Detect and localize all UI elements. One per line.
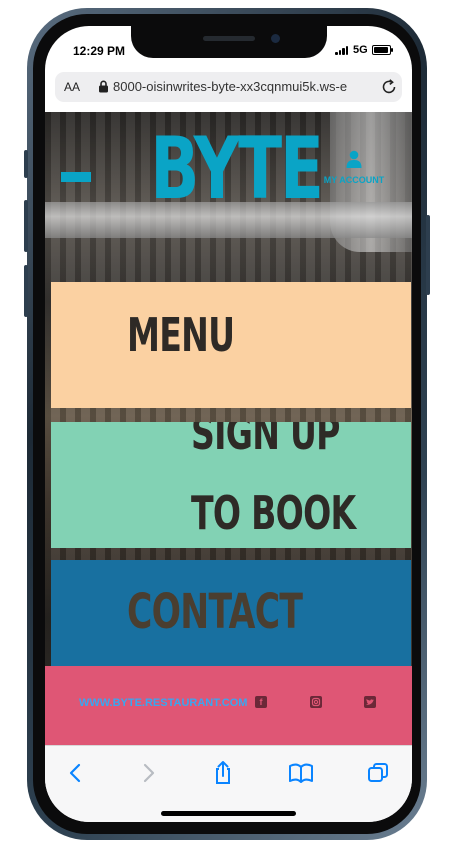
bookmarks-icon[interactable] bbox=[288, 760, 314, 786]
signup-tile[interactable]: SIGN UP TO BOOK bbox=[51, 422, 411, 548]
menu-tile[interactable]: MENU bbox=[51, 282, 411, 408]
lock-icon bbox=[98, 80, 109, 98]
user-icon bbox=[346, 150, 362, 168]
signal-icon bbox=[335, 46, 349, 55]
side-button bbox=[24, 150, 28, 178]
url-text[interactable]: 8000-oisinwrites-byte-xx3cqnmui5k.ws-e bbox=[113, 79, 368, 94]
facebook-icon[interactable]: f bbox=[255, 696, 267, 708]
home-indicator[interactable] bbox=[161, 811, 296, 816]
side-button bbox=[24, 265, 28, 317]
text-size-button[interactable]: AA bbox=[64, 80, 80, 94]
signup-tile-label-line2: TO BOOK bbox=[191, 486, 356, 540]
status-time: 12:29 PM bbox=[73, 44, 126, 58]
my-account-button[interactable]: MY ACCOUNT bbox=[323, 150, 385, 185]
browser-toolbar bbox=[45, 745, 412, 822]
address-bar[interactable]: AA 8000-oisinwrites-byte-xx3cqnmui5k.ws-… bbox=[55, 72, 402, 102]
network-label: 5G bbox=[353, 44, 368, 56]
notch bbox=[131, 26, 327, 58]
my-account-label: MY ACCOUNT bbox=[323, 175, 385, 185]
site-logo[interactable]: BYTE bbox=[150, 114, 324, 224]
twitter-icon[interactable] bbox=[364, 696, 376, 708]
signup-tile-label-line1: SIGN UP bbox=[191, 422, 340, 460]
battery-icon bbox=[372, 45, 393, 55]
web-page: BYTE MY ACCOUNT MENU SIGN UP TO BOOK CON… bbox=[45, 112, 412, 745]
forward-icon[interactable] bbox=[135, 760, 161, 786]
hamburger-menu-button[interactable] bbox=[61, 172, 91, 182]
reload-icon[interactable] bbox=[380, 78, 398, 101]
contact-tile-label: CONTACT bbox=[127, 584, 303, 640]
camera bbox=[271, 34, 280, 43]
speaker bbox=[203, 36, 255, 41]
website-link[interactable]: WWW.BYTE.RESTAURANT.COM bbox=[79, 697, 247, 709]
site-footer: WWW.BYTE.RESTAURANT.COM f bbox=[45, 666, 412, 745]
tabs-icon[interactable] bbox=[365, 760, 391, 786]
share-icon[interactable] bbox=[210, 760, 236, 786]
menu-tile-label: MENU bbox=[127, 308, 235, 362]
back-icon[interactable] bbox=[63, 760, 89, 786]
phone-screen: 12:29 PM 5G AA 8000-oisinwrites-byte-xx3… bbox=[45, 26, 412, 822]
instagram-icon[interactable] bbox=[310, 696, 322, 708]
side-button bbox=[426, 215, 430, 295]
side-button bbox=[24, 200, 28, 252]
contact-tile[interactable]: CONTACT bbox=[51, 560, 411, 666]
